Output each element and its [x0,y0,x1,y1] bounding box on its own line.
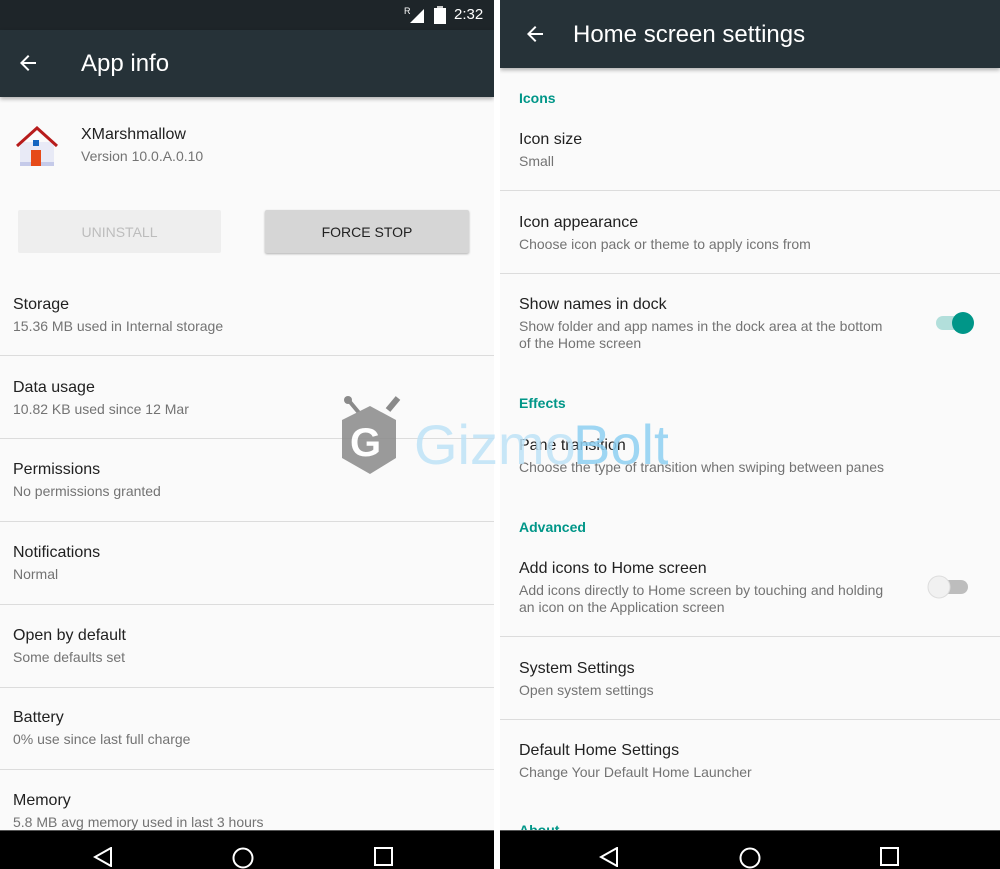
section-header-icons: Icons [519,90,556,106]
divider [0,604,494,605]
setting-title: Add icons to Home screen [519,560,707,577]
page-title: App info [81,50,170,77]
battery-icon [434,6,446,24]
setting-title: Icon appearance [519,214,639,231]
recents-nav-icon[interactable] [374,847,394,867]
row-subtitle: 5.8 MB avg memory used in last 3 hours [13,814,264,830]
app-info-screen: R 2:32 App info XMarshmallow Version 10.… [0,0,494,869]
home-nav-icon[interactable] [232,847,254,869]
page-title: Home screen settings [573,21,806,48]
divider [500,273,1000,274]
divider [0,687,494,688]
home-nav-icon[interactable] [739,847,761,869]
clock: 2:32 [454,6,484,23]
toolbar: Home screen settings [500,0,1000,68]
navigation-bar [500,830,1000,869]
row-title: Notifications [13,544,101,561]
divider [0,438,494,439]
setting-subtitle: Change Your Default Home Launcher [519,764,752,780]
app-version: Version 10.0.A.0.10 [81,148,204,164]
setting-title: Default Home Settings [519,742,680,759]
row-subtitle: 15.36 MB used in Internal storage [13,318,224,334]
row-subtitle: No permissions granted [13,483,161,499]
row-subtitle: 0% use since last full charge [13,731,191,747]
divider [0,521,494,522]
app-icon [16,126,58,166]
setting-subtitle: Show folder and app names in the dock ar… [519,318,883,334]
row-subtitle: Some defaults set [13,649,126,665]
setting-subtitle: an icon on the Application screen [519,599,725,615]
row-title: Battery [13,709,64,726]
back-nav-icon[interactable] [93,847,113,867]
setting-title: System Settings [519,660,635,677]
row-title: Open by default [13,627,126,644]
setting-subtitle: Open system settings [519,682,654,698]
add-icons-toggle[interactable] [924,572,972,604]
back-arrow-icon[interactable] [523,22,547,46]
home-screen-settings: Home screen settings Icons Icon size Smal… [500,0,1000,869]
force-stop-button[interactable]: FORCE STOP [265,210,469,253]
roaming-signal-icon: R [404,6,424,23]
setting-subtitle: of the Home screen [519,335,642,351]
divider [0,355,494,356]
uninstall-button[interactable]: UNINSTALL [18,210,221,253]
setting-subtitle: Choose the type of transition when swipi… [519,459,885,475]
toolbar: App info [0,30,494,97]
row-title: Storage [13,296,70,313]
divider [0,769,494,770]
row-title: Data usage [13,379,95,396]
setting-subtitle: Choose icon pack or theme to apply icons… [519,236,811,252]
setting-title: Show names in dock [519,296,667,313]
recents-nav-icon[interactable] [880,847,900,867]
row-subtitle: 10.82 KB used since 12 Mar [13,401,189,417]
section-header-advanced: Advanced [519,519,586,535]
divider [500,636,1000,637]
setting-subtitle: Add icons directly to Home screen by tou… [519,582,884,598]
section-header-effects: Effects [519,395,566,411]
back-arrow-icon[interactable] [16,51,40,75]
divider [500,719,1000,720]
show-names-toggle[interactable] [932,308,980,340]
status-bar: R 2:32 [0,0,494,30]
setting-subtitle: Small [519,153,555,169]
app-name: XMarshmallow [81,126,186,143]
back-nav-icon[interactable] [599,847,619,867]
setting-title: Pane transition [519,437,626,454]
row-title: Permissions [13,461,101,478]
divider [500,190,1000,191]
row-subtitle: Normal [13,566,59,582]
setting-title: Icon size [519,131,583,148]
navigation-bar [0,830,494,869]
svg-text:R: R [404,6,411,16]
row-title: Memory [13,792,71,809]
